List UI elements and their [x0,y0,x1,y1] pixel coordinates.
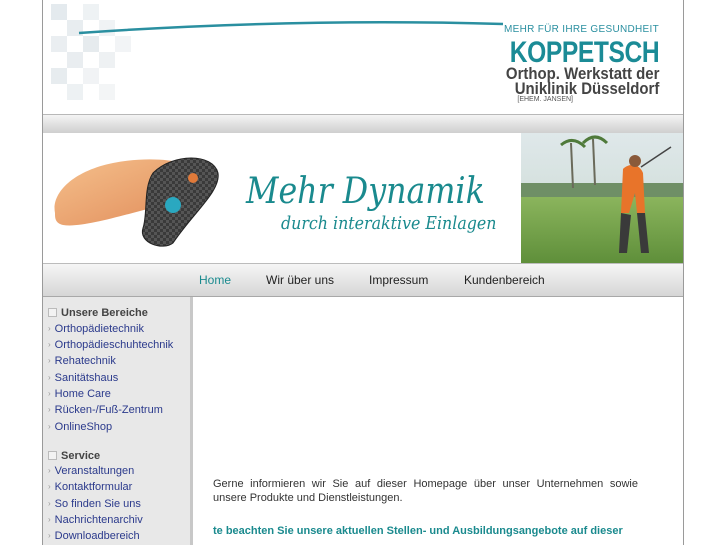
sidebar-item-home-care[interactable]: › Home Care [48,388,111,400]
nav-wir-ueber-uns[interactable]: Wir über uns [266,273,334,287]
sidebar-item-downloadbereich[interactable]: › Downloadbereich [48,530,140,542]
header-tagline: MEHR FÜR IHRE GESUNDHEIT [504,24,659,35]
sidebar-item-orthopaedieschuhtechnik[interactable]: › Orthopädieschuhtechnik [48,339,173,351]
chevron-right-icon: › [48,422,51,431]
sidebar-section-title: Service [43,450,190,466]
nav-kundenbereich[interactable]: Kundenbereich [464,273,545,287]
sidebar-item-so-finden-sie-uns[interactable]: › So finden Sie uns [48,498,141,510]
sidebar-item-rehatechnik[interactable]: › Rehatechnik [48,355,116,367]
chevron-right-icon: › [48,499,51,508]
sidebar-section-title: Unsere Bereiche [43,307,190,323]
chevron-right-icon: › [48,531,51,540]
main-navigation: Home Wir über uns Impressum Kundenbereic… [43,263,683,298]
sidebar-item-sanitaetshaus[interactable]: › Sanitätshaus [48,372,118,384]
job-offers-notice[interactable]: te beachten Sie unsere aktuellen Stellen… [213,525,623,537]
site-header: MEHR FÜR IHRE GESUNDHEIT KOPPETSCH Ortho… [43,0,683,114]
chevron-right-icon: › [48,466,51,475]
sidebar-item-onlineshop[interactable]: › OnlineShop [48,421,112,433]
chevron-right-icon: › [48,405,51,414]
square-bullet-icon [48,450,57,460]
page-container: MEHR FÜR IHRE GESUNDHEIT KOPPETSCH Ortho… [42,0,684,545]
header-divider-band [43,114,683,134]
sidebar-item-veranstaltungen[interactable]: › Veranstaltungen [48,465,134,477]
chevron-right-icon: › [48,356,51,365]
sidebar-item-kontaktformular[interactable]: › Kontaktformular [48,481,132,493]
chevron-right-icon: › [48,389,51,398]
chevron-right-icon: › [48,373,51,382]
intro-text: Gerne informieren wir Sie auf dieser Hom… [213,478,638,504]
chevron-right-icon: › [48,324,51,333]
chevron-right-icon: › [48,482,51,491]
sidebar-item-orthopaedietechnik[interactable]: › Orthopädietechnik [48,323,144,335]
sidebar-item-nachrichtenarchiv[interactable]: › Nachrichtenarchiv [48,514,143,526]
nav-impressum[interactable]: Impressum [369,273,428,287]
nav-home[interactable]: Home [199,273,231,287]
former-name-label: [EHEM. JANSEN] [517,96,573,103]
golfer-photo [521,133,683,263]
insole-image [54,157,219,247]
square-bullet-icon [48,307,57,317]
chevron-right-icon: › [48,515,51,524]
sidebar: Unsere Bereiche › Orthopädietechnik › Orth… [43,297,193,545]
main-content: Gerne informieren wir Sie auf dieser Hom… [193,297,683,545]
sidebar-item-ruecken-fuss-zentrum[interactable]: › Rücken-/Fuß-Zentrum [48,404,163,416]
banner-title: Mehr Dynamik [246,171,485,212]
banner-subtitle: durch interaktive Einlagen [281,213,497,234]
chevron-right-icon: › [48,340,51,349]
hero-banner: Mehr Dynamik durch interaktive Einlagen [43,133,683,263]
